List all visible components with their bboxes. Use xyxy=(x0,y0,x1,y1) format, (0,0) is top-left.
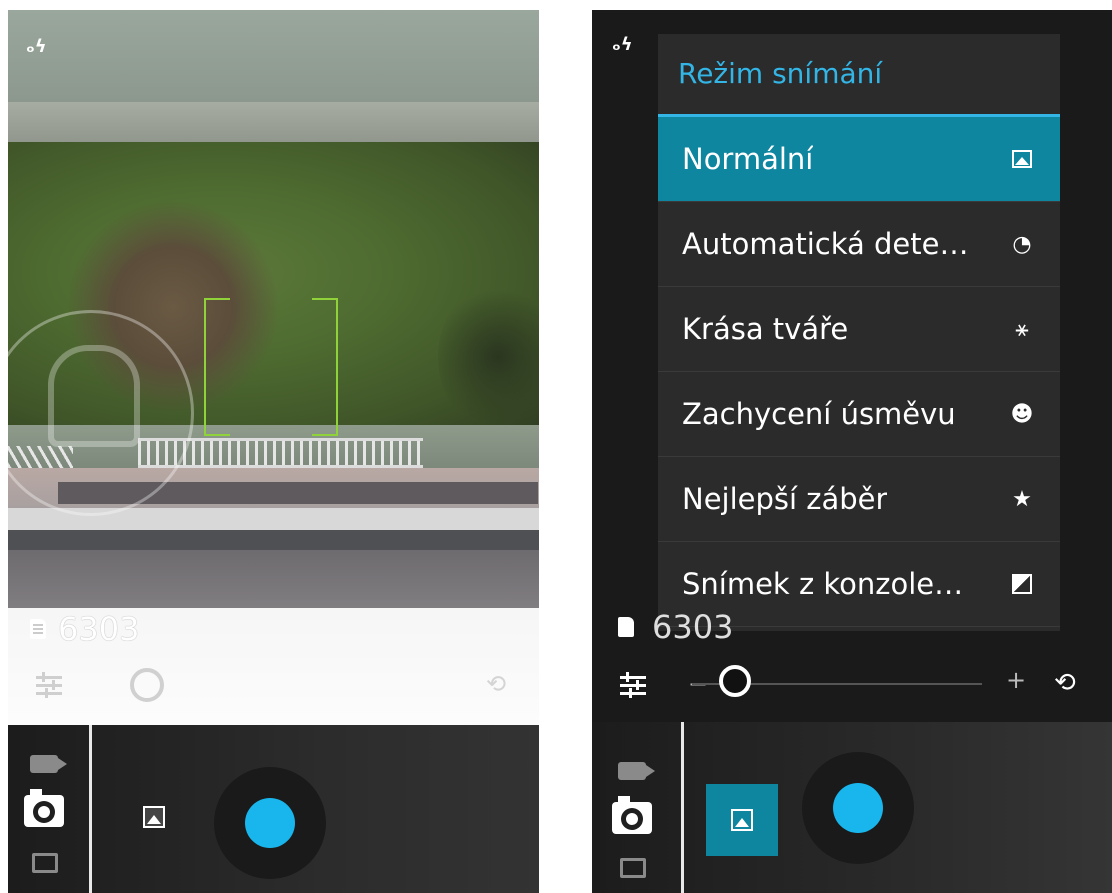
menu-item-label: Zachycení úsměvu xyxy=(682,397,956,431)
menu-item-face-beauty[interactable]: Krása tváře ⚹ xyxy=(658,287,1060,372)
sd-card-icon xyxy=(618,617,634,637)
sd-card-icon xyxy=(30,619,46,639)
video-icon[interactable] xyxy=(30,755,67,773)
shutter-button[interactable] xyxy=(214,767,326,879)
shutter-core xyxy=(833,783,883,833)
scene-mode-button[interactable] xyxy=(136,799,172,835)
video-icon[interactable] xyxy=(618,762,655,780)
shutter-button[interactable] xyxy=(802,752,914,864)
camera-icon[interactable] xyxy=(24,789,64,827)
magic-wand-icon: ⚹ xyxy=(1015,316,1029,342)
menu-item-label: Nejlepší záběr xyxy=(682,482,888,516)
bottom-bar xyxy=(592,722,1112,893)
photo-counter-value: 6303 xyxy=(58,610,140,648)
switch-camera-icon[interactable]: ⟲ xyxy=(1054,668,1076,698)
picture-icon xyxy=(1008,147,1036,171)
panorama-icon[interactable] xyxy=(32,853,58,873)
menu-item-smile-capture[interactable]: Zachycení úsměvu ☻ xyxy=(658,372,1060,457)
star-icon: ★ xyxy=(1012,486,1032,512)
left-camera-screen: ₒϟ 6303 ⟲ xyxy=(8,10,539,893)
zoom-slider-handle[interactable] xyxy=(719,665,751,697)
menu-item-label: Normální xyxy=(682,142,814,176)
shutter-core xyxy=(245,798,295,848)
mode-switcher xyxy=(592,722,684,893)
control-row: ⟲ xyxy=(8,660,539,720)
menu-item-label: Krása tváře xyxy=(682,312,849,346)
scene-mode-button[interactable] xyxy=(706,784,778,856)
right-camera-screen: ₒϟ Režim snímání Normální Automatická de… xyxy=(592,10,1112,893)
zoom-in-icon[interactable]: + xyxy=(1006,666,1026,694)
scene-roof-strip xyxy=(8,530,539,550)
menu-item-auto-detect[interactable]: Automatická dete… ◔ xyxy=(658,202,1060,287)
menu-item-normal[interactable]: Normální xyxy=(658,117,1060,202)
smiley-icon: ☻ xyxy=(1010,401,1034,427)
speedometer-icon: ◔ xyxy=(1012,231,1032,257)
focus-bracket-left xyxy=(204,298,230,436)
scene-wall xyxy=(8,102,539,146)
watermark-shape xyxy=(48,345,140,447)
zoom-control: − + ⟲ xyxy=(592,660,1112,708)
focus-frame xyxy=(204,298,338,436)
scene-bush-dark xyxy=(438,282,539,432)
picture-icon xyxy=(731,809,753,831)
ring-icon[interactable] xyxy=(130,668,164,702)
panorama-icon[interactable] xyxy=(620,858,646,878)
menu-item-best-shot[interactable]: Nejlepší záběr ★ xyxy=(658,457,1060,542)
flash-auto-icon[interactable]: ₒϟ xyxy=(26,36,47,57)
sliders-icon[interactable] xyxy=(620,672,646,698)
switch-camera-icon[interactable]: ⟲ xyxy=(477,670,515,700)
menu-item-label: Automatická dete… xyxy=(682,227,969,261)
flash-auto-icon[interactable]: ₒϟ xyxy=(612,34,633,55)
menu-item-label: Snímek z konzole… xyxy=(682,567,964,601)
scene-roof-strip xyxy=(8,550,539,610)
exposure-icon xyxy=(1008,572,1036,596)
camera-icon[interactable] xyxy=(612,796,652,834)
photo-counter-value: 6303 xyxy=(652,608,734,646)
capture-mode-menu: Režim snímání Normální Automatická dete…… xyxy=(658,34,1060,631)
menu-title: Režim snímání xyxy=(658,34,1060,117)
scene-sky xyxy=(8,10,539,110)
bottom-bar xyxy=(8,725,539,893)
mode-switcher xyxy=(8,725,92,893)
sliders-icon[interactable] xyxy=(36,672,62,698)
photo-counter: 6303 xyxy=(30,610,139,648)
focus-bracket-right xyxy=(312,298,338,436)
photo-counter: 6303 xyxy=(618,608,733,646)
picture-icon xyxy=(143,806,165,828)
